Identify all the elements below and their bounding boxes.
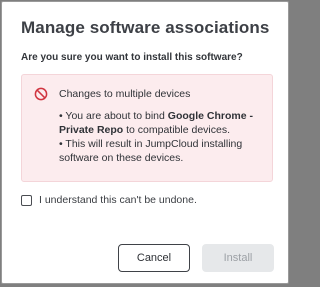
acknowledge-label[interactable]: I understand this can't be undone.: [39, 194, 197, 206]
dialog-title: Manage software associations: [21, 18, 270, 37]
alert-line-install: • This will result in JumpCloud installi…: [59, 138, 243, 164]
acknowledge-checkbox[interactable]: [21, 194, 32, 206]
acknowledge-row[interactable]: I understand this can't be undone.: [21, 194, 197, 206]
confirmation-question: Are you sure you want to install this so…: [21, 52, 243, 63]
manage-software-dialog: Manage software associations Are you sur…: [1, 1, 289, 284]
alert-line-bind: • You are about to bind Google Chrome - …: [59, 110, 253, 136]
alert-heading: Changes to multiple devices: [59, 88, 191, 100]
warning-alert: Changes to multiple devices • You are ab…: [21, 74, 273, 182]
install-button[interactable]: Install: [202, 244, 274, 272]
cancel-button[interactable]: Cancel: [118, 244, 190, 272]
alert-body: • You are about to bind Google Chrome - …: [59, 109, 267, 165]
prohibited-icon: [34, 87, 48, 101]
